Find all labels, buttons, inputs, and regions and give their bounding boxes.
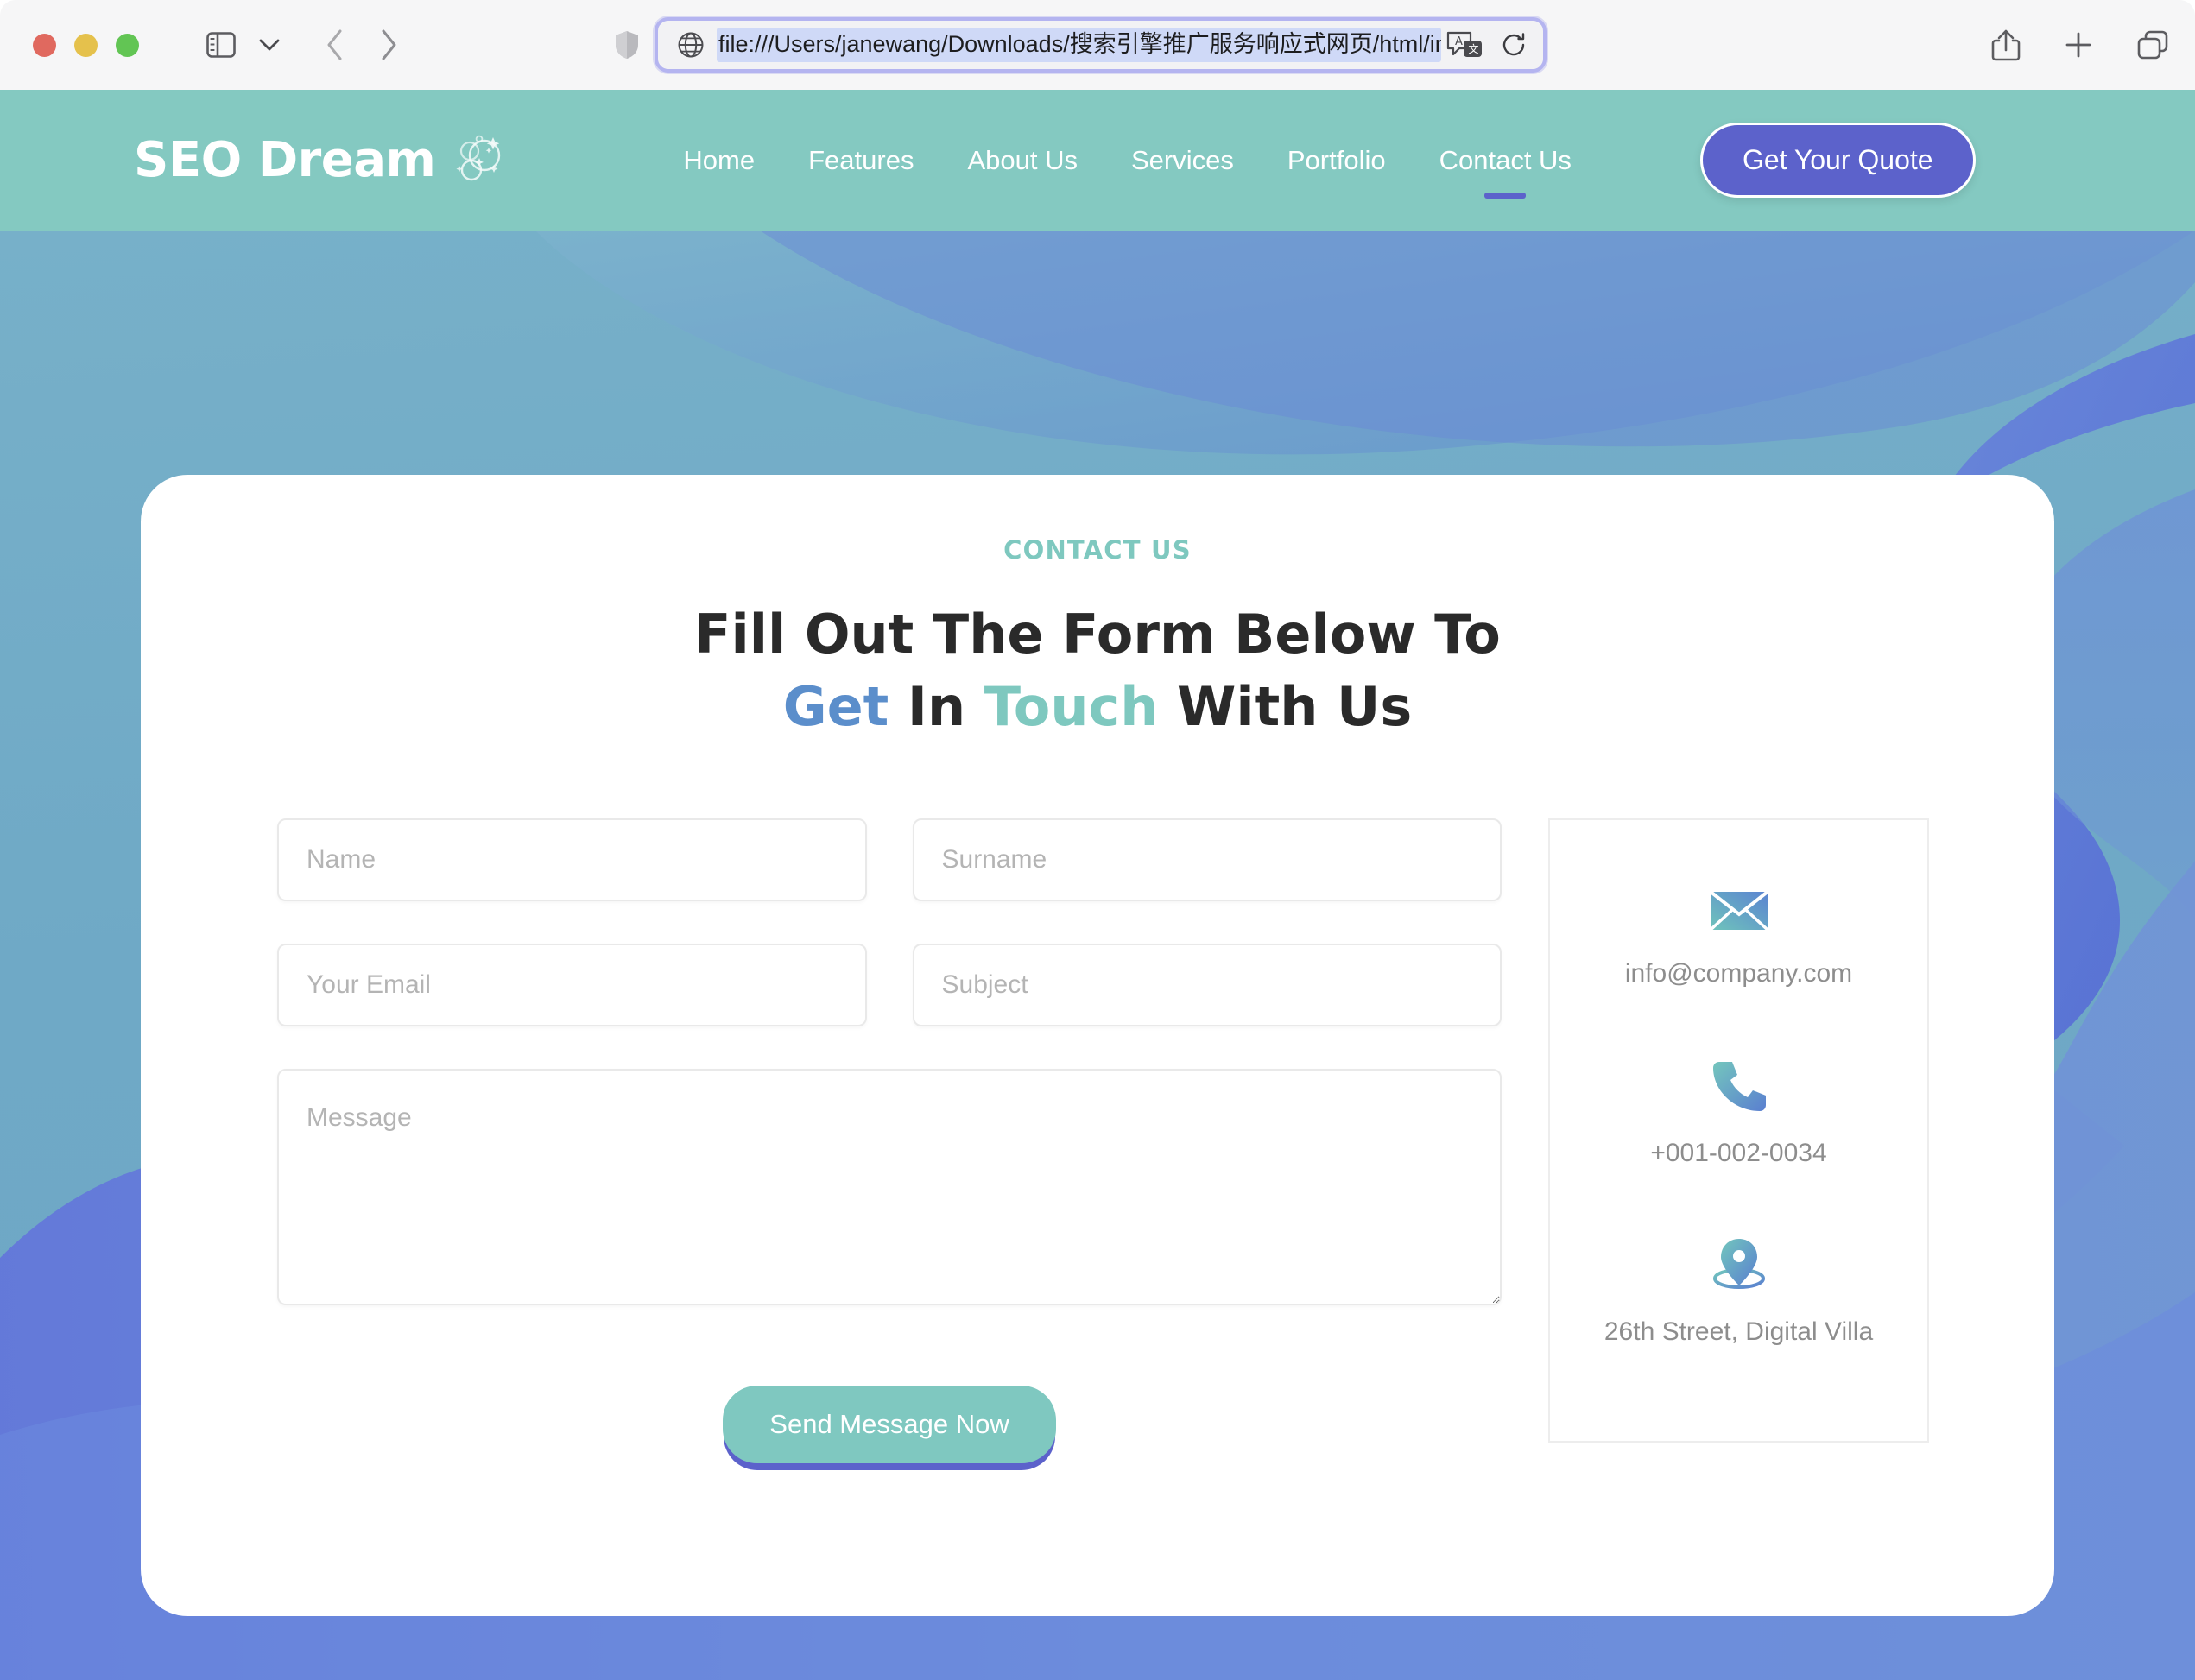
browser-toolbar-right <box>1991 0 2169 90</box>
send-message-button[interactable]: Send Message Now <box>723 1386 1056 1464</box>
forward-arrow-icon[interactable] <box>379 28 398 61</box>
svg-text:A: A <box>1455 35 1463 48</box>
contact-info-phone-text[interactable]: +001-002-0034 <box>1567 1134 1910 1174</box>
subject-input[interactable] <box>912 944 1502 1027</box>
chevron-down-icon[interactable] <box>258 38 281 52</box>
contact-form-area: Send Message Now <box>141 818 2054 1464</box>
envelope-icon <box>1567 889 1910 937</box>
page-content: SEO Dream Home Features About Us Service… <box>0 90 2195 1680</box>
contact-card: CONTACT US Fill Out The Form Below To Ge… <box>141 475 2054 1616</box>
headline-get: Get <box>782 674 889 738</box>
get-your-quote-button[interactable]: Get Your Quote <box>1699 123 1976 198</box>
nav-item-about-us[interactable]: About Us <box>940 135 1104 186</box>
hero-background: CONTACT US Fill Out The Form Below To Ge… <box>0 231 2195 1680</box>
nav-item-contact-us[interactable]: Contact Us <box>1413 135 1598 186</box>
nav-item-services[interactable]: Services <box>1104 135 1261 186</box>
bubbles-sparkle-icon <box>452 132 509 189</box>
reload-icon[interactable] <box>1500 31 1528 59</box>
back-arrow-icon[interactable] <box>326 28 345 61</box>
headline-in: In <box>907 674 966 738</box>
submit-row: Send Message Now <box>277 1386 1502 1464</box>
page-title: Fill Out The Form Below To Get In Touch … <box>141 598 2054 742</box>
contact-info-phone: +001-002-0034 <box>1567 1058 1910 1174</box>
form-row-name <box>277 818 1502 902</box>
main-navigation: Home Features About Us Services Portfoli… <box>656 135 1598 186</box>
nav-item-home[interactable]: Home <box>656 135 781 186</box>
contact-info-email-text[interactable]: info@company.com <box>1567 954 1910 995</box>
contact-info-address-text: 26th Street, Digital Villa <box>1604 1317 1874 1347</box>
surname-input[interactable] <box>912 818 1502 902</box>
nav-item-portfolio[interactable]: Portfolio <box>1261 135 1413 186</box>
section-eyebrow: CONTACT US <box>1003 535 1192 565</box>
close-window-button[interactable] <box>33 33 56 57</box>
name-input[interactable] <box>277 818 867 902</box>
nav-item-features[interactable]: Features <box>781 135 940 186</box>
translate-icon[interactable]: A 文 <box>1446 30 1484 60</box>
headline-with-us: With Us <box>1177 674 1413 738</box>
form-row-email <box>277 944 1502 1027</box>
share-icon[interactable] <box>1991 28 2021 61</box>
contact-info-panel: info@company.com +001-002-0034 26th Stre… <box>1548 818 1929 1443</box>
contact-info-email: info@company.com <box>1567 889 1910 995</box>
email-input[interactable] <box>277 944 867 1027</box>
minimize-window-button[interactable] <box>74 33 98 57</box>
globe-icon <box>677 31 705 59</box>
url-bar[interactable]: file:///Users/janewang/Downloads/搜索引擎推广服… <box>655 17 1547 73</box>
contact-info-address: 26th Street, Digital Villa <box>1567 1237 1910 1353</box>
shield-icon[interactable] <box>614 29 640 60</box>
maximize-window-button[interactable] <box>116 33 139 57</box>
sidebar-icon[interactable] <box>206 32 236 58</box>
tabs-icon[interactable] <box>2136 29 2169 60</box>
brand-name: SEO Dream <box>134 132 436 188</box>
plus-icon[interactable] <box>2064 30 2093 60</box>
contact-form: Send Message Now <box>277 818 1502 1464</box>
site-header: SEO Dream Home Features About Us Service… <box>0 90 2195 231</box>
svg-text:文: 文 <box>1469 42 1479 55</box>
window-traffic-lights <box>33 33 139 57</box>
url-text[interactable]: file:///Users/janewang/Downloads/搜索引擎推广服… <box>717 28 1441 62</box>
message-textarea[interactable] <box>277 1069 1502 1306</box>
headline-touch: Touch <box>984 674 1159 738</box>
phone-icon <box>1567 1058 1910 1116</box>
browser-chrome: file:///Users/janewang/Downloads/搜索引擎推广服… <box>0 0 2195 90</box>
brand-logo[interactable]: SEO Dream <box>134 132 509 189</box>
location-pin-icon <box>1567 1237 1910 1295</box>
headline-line1: Fill Out The Form Below To <box>694 603 1501 666</box>
